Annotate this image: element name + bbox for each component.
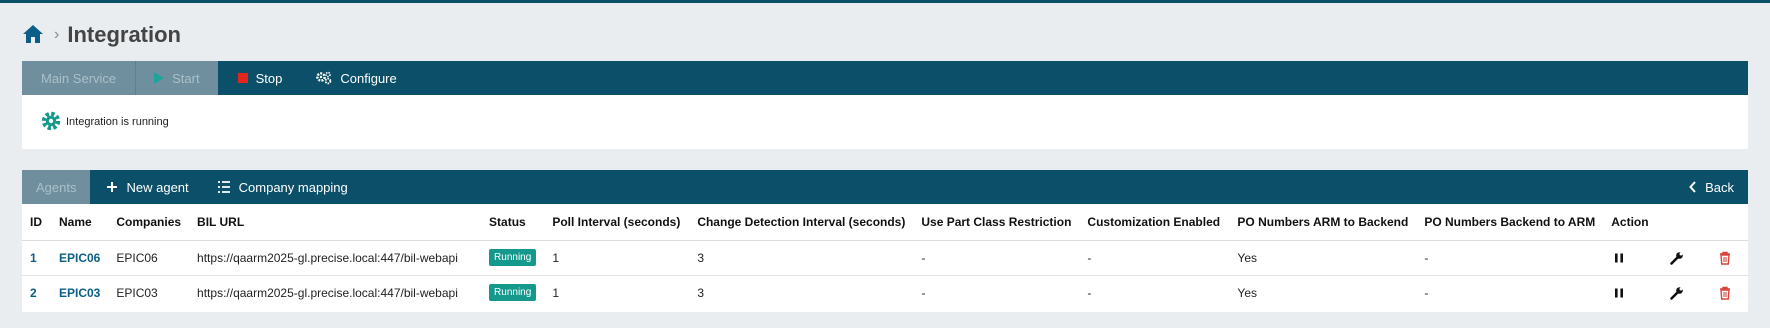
play-icon — [154, 72, 165, 84]
cell-customization: - — [1079, 240, 1230, 276]
cell-change: 3 — [689, 240, 914, 276]
col-id[interactable]: ID — [22, 204, 51, 241]
col-po-backend-arm[interactable]: PO Numbers Backend to ARM — [1416, 204, 1604, 241]
stop-button[interactable]: Stop — [218, 61, 303, 95]
back-label: Back — [1705, 179, 1734, 195]
chevron-left-icon — [1689, 181, 1697, 193]
configure-label: Configure — [340, 70, 397, 86]
agent-name-link[interactable]: EPIC06 — [59, 251, 100, 265]
new-agent-label: New agent — [126, 179, 189, 195]
cell-po-arm-backend: Yes — [1237, 285, 1257, 300]
cell-url: https://qaarm2025-gl.precise.local:447/b… — [189, 240, 482, 276]
cell-po-arm-backend: Yes — [1229, 240, 1417, 276]
cell-customization: - — [1087, 285, 1092, 300]
col-po-arm-backend[interactable]: PO Numbers ARM to Backend — [1229, 204, 1417, 241]
col-action-2 — [1661, 204, 1710, 241]
agent-name-link[interactable]: EPIC03 — [59, 286, 100, 300]
table-header-row: ID Name Companies BIL URL Status Poll In… — [22, 204, 1748, 241]
back-button[interactable]: Back — [1669, 170, 1748, 204]
main-service-label: Main Service — [41, 70, 117, 86]
agents-label: Agents — [36, 179, 77, 195]
col-name[interactable]: Name — [51, 204, 109, 241]
status-message: Integration is running — [66, 116, 169, 128]
pause-icon[interactable] — [1611, 285, 1627, 301]
agent-id-link[interactable]: 1 — [30, 251, 37, 265]
col-companies[interactable]: Companies — [108, 204, 190, 241]
start-label: Start — [172, 70, 200, 86]
gears-icon — [316, 71, 332, 85]
stop-label: Stop — [255, 70, 283, 86]
col-change-detection[interactable]: Change Detection Interval (seconds) — [689, 204, 914, 241]
start-button[interactable]: Start — [135, 61, 218, 95]
gear-icon — [40, 110, 62, 135]
plus-icon — [106, 181, 118, 193]
col-action: Action — [1603, 204, 1662, 241]
col-poll-interval[interactable]: Poll Interval (seconds) — [544, 204, 690, 241]
main-service-tab[interactable]: Main Service — [22, 61, 136, 95]
wrench-icon[interactable] — [1669, 285, 1685, 301]
cell-poll: 1 — [552, 285, 559, 300]
company-mapping-button[interactable]: Company mapping — [209, 170, 368, 204]
table-row: 2 EPIC03 EPIC03 https://qaarm2025-gl.pre… — [22, 275, 1748, 310]
cell-companies: EPIC06 — [108, 240, 190, 276]
cell-part-class: - — [921, 285, 926, 300]
cell-change: 3 — [697, 285, 704, 300]
page-title: Integration — [67, 22, 181, 47]
breadcrumb: › Integration — [22, 20, 181, 50]
wrench-icon[interactable] — [1669, 250, 1685, 266]
agents-table: ID Name Companies BIL URL Status Poll In… — [22, 204, 1748, 310]
agents-panel: Agents New agent Company mapping Back ID… — [22, 170, 1748, 312]
new-agent-button[interactable]: New agent — [90, 170, 208, 204]
col-part-class[interactable]: Use Part Class Restriction — [913, 204, 1080, 241]
cell-po-backend-arm: - — [1424, 285, 1429, 300]
cell-poll: 1 — [544, 240, 690, 276]
col-customization[interactable]: Customization Enabled — [1079, 204, 1230, 241]
col-bil-url[interactable]: BIL URL — [189, 204, 482, 241]
agents-toolbar: Agents New agent Company mapping Back — [22, 170, 1748, 204]
status-badge: Running — [489, 284, 537, 302]
service-status: Integration is running — [22, 95, 1748, 149]
cell-po-backend-arm: - — [1416, 240, 1604, 276]
company-mapping-label: Company mapping — [238, 179, 348, 195]
col-action-3 — [1709, 204, 1748, 241]
chevron-right-icon: › — [54, 26, 60, 43]
trash-icon[interactable] — [1717, 285, 1733, 301]
pause-icon[interactable] — [1611, 250, 1627, 266]
agent-id-link[interactable]: 2 — [30, 286, 37, 300]
stop-icon — [237, 73, 248, 83]
service-panel: Main Service Start Stop Configure Integr… — [22, 61, 1748, 149]
status-badge: Running — [489, 249, 537, 266]
agents-tab[interactable]: Agents — [22, 170, 91, 204]
cell-url: https://qaarm2025-gl.precise.local:447/b… — [197, 285, 458, 300]
col-status[interactable]: Status — [481, 204, 545, 241]
table-row: 1 EPIC06 EPIC06 https://qaarm2025-gl.pre… — [22, 240, 1748, 276]
list-icon — [217, 181, 231, 193]
trash-icon[interactable] — [1717, 250, 1733, 266]
cell-companies: EPIC03 — [116, 285, 158, 300]
configure-button[interactable]: Configure — [302, 61, 416, 95]
home-icon[interactable] — [22, 24, 44, 46]
service-toolbar: Main Service Start Stop Configure — [22, 61, 1748, 95]
cell-part-class: - — [913, 240, 1080, 276]
